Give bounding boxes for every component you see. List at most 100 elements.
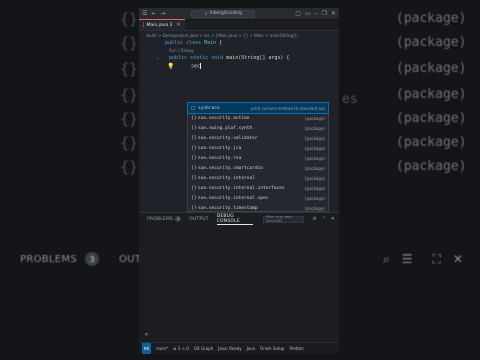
background-brace-2: {} xyxy=(120,60,139,78)
background-brace-4: {} xyxy=(120,110,139,128)
background-partial-text: es xyxy=(342,92,358,107)
suggestion-item[interactable]: {} sun.swing.plaf.synth (package) xyxy=(188,123,328,133)
suggestion-label: sun.security.timestamp xyxy=(198,205,258,211)
minimize-icon[interactable]: – xyxy=(315,8,318,20)
suggestion-label: sysbrace xyxy=(198,105,220,111)
suggest-widget: □ sysbrace print current method to standar… xyxy=(187,102,329,221)
panel-icon[interactable]: ▭ xyxy=(305,8,311,20)
console-prompt[interactable]: > xyxy=(145,332,148,338)
suggestion-label: sun.swing.plaf.synth xyxy=(198,125,253,131)
keyword-class: class xyxy=(186,40,202,46)
background-package-4: (package) xyxy=(396,111,467,126)
breadcrumb[interactable]: skufo > Demoproject.java > src > J Main.… xyxy=(139,31,339,39)
chevron-up-icon[interactable]: ⌃ xyxy=(322,216,326,222)
package-icon: {} xyxy=(191,195,197,201)
code-editor[interactable]: public class Main { Run | Debug ⌄ public… xyxy=(139,40,339,221)
suggestion-detail: (package) xyxy=(304,165,325,171)
keyword-public-2: public xyxy=(169,55,188,61)
background-list-icon: ☰ xyxy=(401,252,413,266)
status-item[interactable]: Java: Ready xyxy=(218,346,242,351)
suggestion-label: sun.security.jca xyxy=(198,145,242,151)
status-item[interactable]: Java xyxy=(247,346,255,351)
suggestion-item[interactable]: {} sun.security.internal.spec (package) xyxy=(188,193,328,203)
bottom-panel: PROBLEMS 3 OUTPUT DEBUG CONSOLE Filter (… xyxy=(139,212,339,342)
package-icon: {} xyxy=(191,155,197,161)
suggestion-item[interactable]: {} sun.security.validator (package) xyxy=(188,133,328,143)
suggestion-detail: (package) xyxy=(304,145,325,151)
command-center-search[interactable]: ⌕ mbmgitcoding xyxy=(191,9,256,18)
back-arrow-icon[interactable]: ← xyxy=(151,8,156,20)
suggestion-detail: (package) xyxy=(304,115,325,121)
snippet-icon: □ xyxy=(191,105,196,111)
line-number-gutter xyxy=(139,40,161,212)
restore-icon[interactable]: ❐ xyxy=(322,8,327,20)
class-name: Main xyxy=(204,40,217,46)
editor-tab-bar: J Main.java 3 ✕ xyxy=(139,19,339,31)
suggestion-detail: (package) xyxy=(304,175,325,181)
status-item[interactable]: Prettier xyxy=(289,346,304,351)
background-brace-3: {} xyxy=(120,86,139,104)
remote-indicator-icon[interactable]: ⋈ xyxy=(142,343,151,354)
suggestion-item[interactable]: {} sun.security.rsa (package) xyxy=(188,153,328,163)
clear-console-icon[interactable]: ⊘ xyxy=(312,216,316,222)
code-line-class-decl: public class Main { xyxy=(165,40,222,46)
background-brace-1: {} xyxy=(120,34,139,52)
package-icon: {} xyxy=(191,115,197,121)
tab-close-icon[interactable]: ✕ xyxy=(176,22,180,28)
tab-problems-label: PROBLEMS xyxy=(147,216,174,222)
keyword-public: public xyxy=(165,40,184,46)
background-package-6: (package) xyxy=(396,159,467,174)
command-center-label: mbmgitcoding xyxy=(209,11,242,16)
close-window-icon[interactable]: ✕ xyxy=(331,8,336,20)
code-line-main-method: public static void main(String[] args) { xyxy=(169,55,289,61)
suggestion-item[interactable]: {} sun.security.jca (package) xyxy=(188,143,328,153)
background-problems-label: PROBLEMS xyxy=(20,253,77,265)
text-caret xyxy=(200,63,202,69)
open-brace: { xyxy=(216,40,223,46)
typed-text: sec xyxy=(191,63,201,70)
background-maximize-icon: ⛶ xyxy=(432,252,441,266)
suggestion-detail: (package) xyxy=(304,135,325,141)
status-item[interactable]: Finish Setup xyxy=(260,346,284,351)
run-debug-codelens[interactable]: Run | Debug xyxy=(169,48,194,53)
suggestion-detail: (package) xyxy=(304,125,325,131)
suggestion-item[interactable]: {} sun.security.internal (package) xyxy=(188,173,328,183)
background-package-5: (package) xyxy=(396,135,467,150)
suggestion-item[interactable]: {} sun.security.internal.interfaces (packa… xyxy=(188,183,328,193)
suggestion-label: sun.security.action xyxy=(198,115,250,121)
method-name: main xyxy=(226,55,239,61)
suggestion-item[interactable]: □ sysbrace print current method to standar… xyxy=(187,102,329,114)
panel-tab-bar: PROBLEMS 3 OUTPUT DEBUG CONSOLE Filter (… xyxy=(139,213,339,225)
branch-indicator[interactable]: main* xyxy=(156,346,168,351)
tab-main-java[interactable]: J Main.java 3 ✕ xyxy=(139,19,185,30)
tab-debug-console[interactable]: DEBUG CONSOLE xyxy=(216,213,253,225)
background-brace-0: {} xyxy=(120,10,139,28)
suggestion-detail: (package) xyxy=(304,205,325,211)
package-icon: {} xyxy=(191,175,197,181)
background-package-3: (package) xyxy=(396,87,467,102)
package-icon: {} xyxy=(191,125,197,131)
tab-output[interactable]: OUTPUT xyxy=(189,213,209,225)
package-icon: {} xyxy=(191,145,197,151)
suggestion-label: sun.security.internal xyxy=(198,175,255,181)
layout-icon[interactable]: ▢ xyxy=(295,8,301,20)
menu-icon[interactable]: ☰ xyxy=(142,8,147,20)
suggestion-detail: (package) xyxy=(304,155,325,161)
status-item[interactable]: Git Graph xyxy=(194,346,213,351)
console-filter-input[interactable]: Filter (e.g. text, !exclude) xyxy=(262,215,305,223)
forward-arrow-icon[interactable]: → xyxy=(160,8,165,20)
suggestion-item[interactable]: {} sun.security.smartcardio (package) xyxy=(188,163,328,173)
tab-problems[interactable]: PROBLEMS 3 xyxy=(147,213,182,225)
package-icon: {} xyxy=(191,165,197,171)
lightbulb-icon[interactable]: 💡 xyxy=(167,63,174,70)
tab-label: Main.java 3 xyxy=(146,22,173,28)
close-panel-icon[interactable]: ✕ xyxy=(331,216,335,222)
suggestion-detail: print current method to standard out xyxy=(251,105,325,111)
suggestion-label: sun.security.validator xyxy=(198,135,258,141)
search-icon: ⌕ xyxy=(204,11,208,17)
suggestion-item[interactable]: {} sun.security.action (package) xyxy=(188,113,328,123)
fold-chevron-icon[interactable]: ⌄ xyxy=(156,55,159,60)
suggestion-detail: (package) xyxy=(304,185,325,191)
problems-indicator[interactable]: ⊗ 3 ⚠ 0 xyxy=(173,346,189,351)
status-bar: ⋈ main* ⊗ 3 ⚠ 0 Git Graph Java: Ready Java… xyxy=(139,342,339,354)
